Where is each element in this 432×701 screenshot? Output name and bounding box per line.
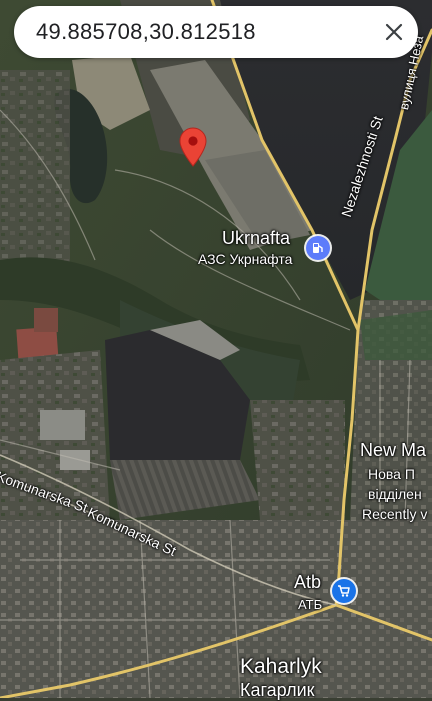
clear-search-button[interactable] [380, 18, 408, 46]
poi-label-ukrnafta[interactable]: Ukrnafta [222, 228, 290, 249]
close-icon [385, 23, 403, 41]
search-bar[interactable]: 49.885708,30.812518 [14, 6, 418, 58]
shopping-cart-icon[interactable] [332, 579, 356, 603]
poi-sublabel-ukrnafta: АЗС Укрнафта [198, 251, 293, 267]
search-input[interactable]: 49.885708,30.812518 [36, 6, 256, 58]
location-pin-icon[interactable] [179, 127, 207, 167]
place-label-kaharlyk: Kaharlyk [240, 655, 322, 678]
poi-sublabel-atb: АТБ [298, 597, 323, 612]
poi-label-new-mail[interactable]: New Ma [360, 440, 426, 461]
poi-sublabel-new-mail: Нова П [368, 466, 415, 482]
poi-recently-viewed: Recently v [362, 506, 428, 522]
poi-label-atb[interactable]: Atb [294, 572, 321, 593]
gas-station-icon[interactable] [306, 236, 330, 260]
poi-sublabel-branch: відділен [368, 486, 422, 502]
satellite-map[interactable] [0, 0, 432, 698]
